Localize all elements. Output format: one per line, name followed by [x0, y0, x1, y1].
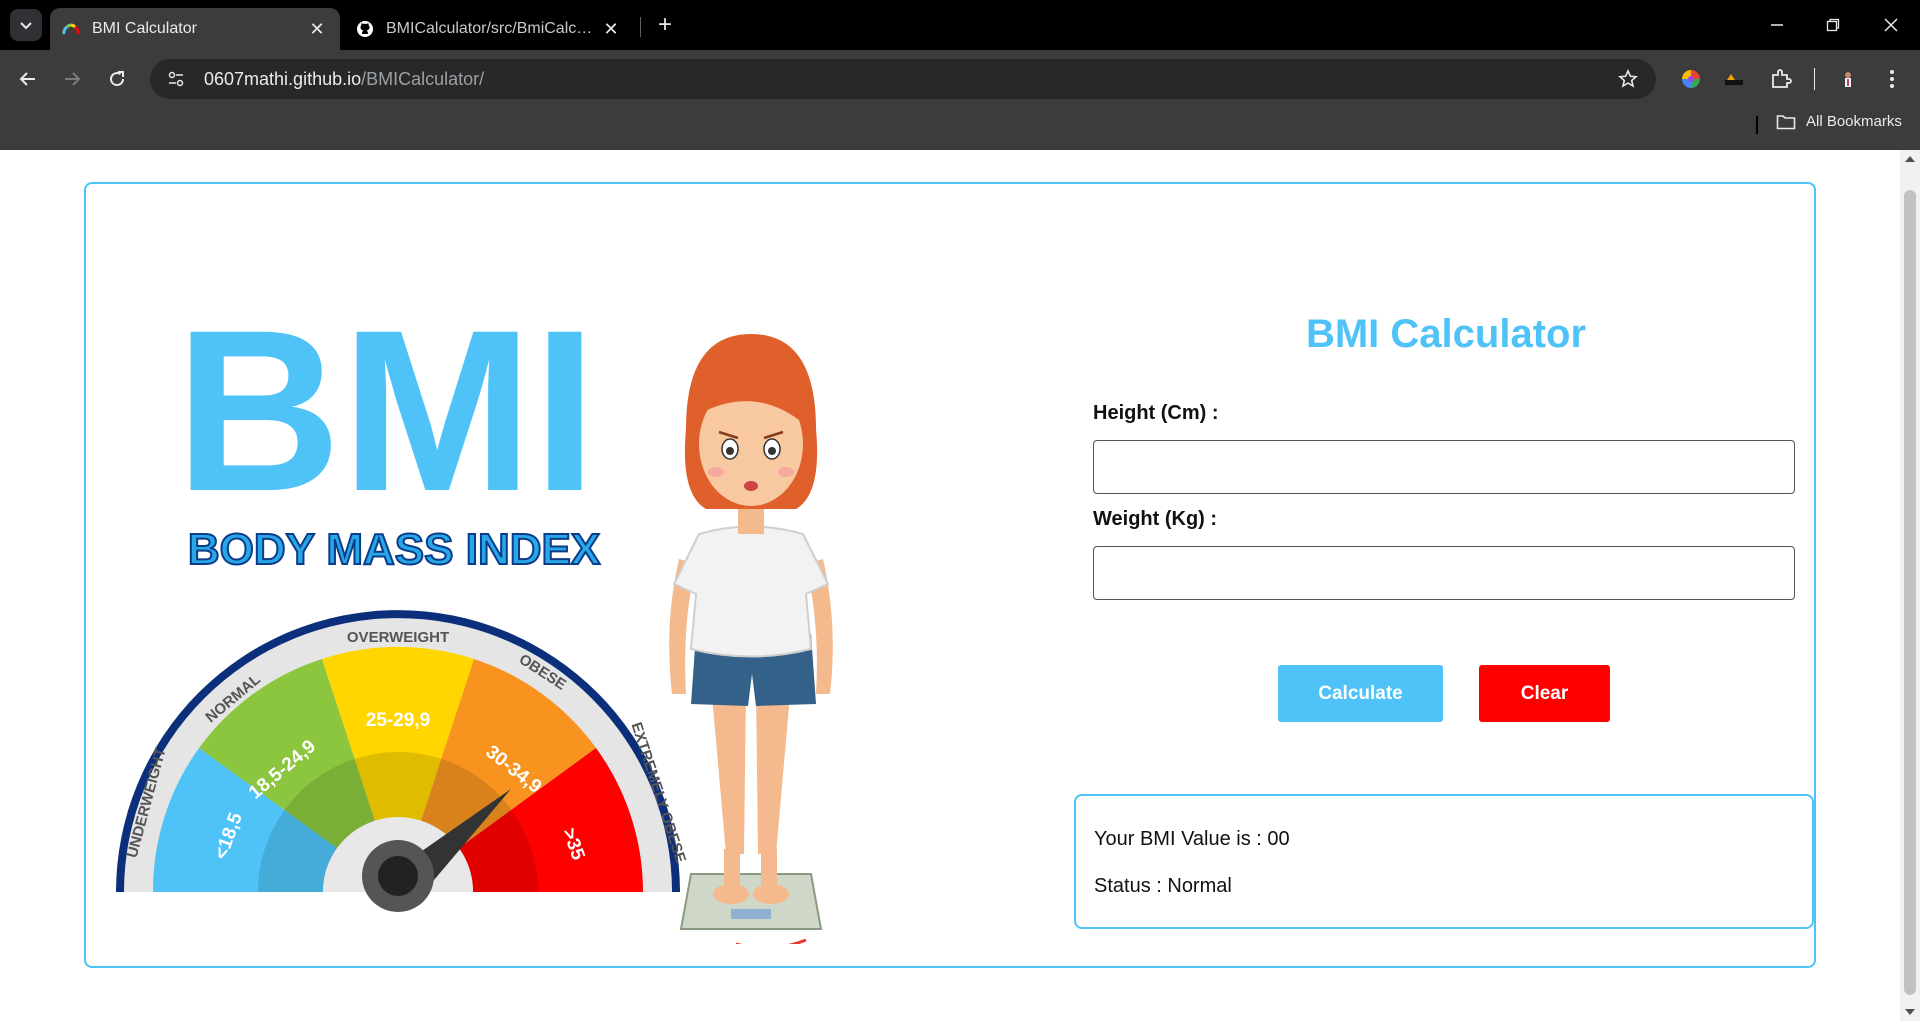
weight-input[interactable]	[1093, 546, 1795, 600]
status-text: Status : Normal	[1094, 875, 1232, 897]
tab-search-button[interactable]	[10, 9, 42, 41]
result-panel: Your BMI Value is : 00 Status : Normal	[1074, 794, 1814, 929]
bookmarks-bar: All Bookmarks	[0, 108, 1920, 150]
minimize-button[interactable]	[1762, 10, 1792, 40]
tab-title: BMICalculator/src/BmiCalculator	[386, 20, 600, 37]
app-title: BMI Calculator	[1305, 312, 1587, 356]
tab-github-source[interactable]: BMICalculator/src/BmiCalculator ✕	[344, 8, 634, 50]
close-icon[interactable]: ✕	[600, 18, 622, 40]
calculate-button[interactable]: Calculate	[1278, 665, 1443, 722]
restore-button[interactable]	[1818, 10, 1848, 40]
label-overweight: OVERWEIGHT	[347, 629, 449, 646]
forward-button[interactable]	[57, 64, 87, 94]
github-icon	[357, 21, 373, 37]
clear-button[interactable]: Clear	[1479, 665, 1610, 722]
tab-title: BMI Calculator	[92, 20, 197, 37]
url-text: 0607mathi.github.io/BMICalculator/	[204, 69, 484, 90]
restore-icon	[1826, 18, 1840, 32]
chevron-down-icon	[20, 22, 32, 30]
tab-bmi-calculator[interactable]: BMI Calculator ✕	[50, 8, 340, 50]
browser-menu-button[interactable]	[1877, 64, 1907, 94]
bmi-gauge: <18,5 18,5-24,9 25-29,9 30-34,9 >35 UNDE…	[116, 610, 689, 912]
page-scrollbar[interactable]	[1900, 150, 1920, 1021]
close-window-button[interactable]	[1876, 10, 1906, 40]
tab-bar: BMI Calculator ✕ BMICalculator/src/BmiCa…	[0, 0, 1920, 50]
weight-label: Weight (Kg) :	[1093, 508, 1218, 530]
bmi-logo-text: BMI	[175, 282, 597, 539]
url-path: /BMICalculator/	[361, 68, 485, 89]
page-content: BMI BODY MASS INDEX <18,5 18,5-24,9 25-2…	[0, 150, 1900, 1021]
height-input[interactable]	[1093, 440, 1795, 494]
color-wheel-icon	[1682, 70, 1700, 88]
more-vertical-icon	[1890, 70, 1894, 88]
girl-on-scale-image	[669, 334, 833, 944]
toolbar-separator	[1814, 68, 1815, 90]
close-icon[interactable]: ✕	[306, 18, 328, 40]
range-overweight: 25-29,9	[366, 710, 430, 731]
ink-extension-button[interactable]	[1720, 64, 1750, 94]
folder-icon	[1776, 114, 1796, 129]
scroll-thumb[interactable]	[1904, 190, 1916, 995]
url-host: 0607mathi.github.io	[204, 68, 362, 89]
pen-icon	[1725, 74, 1743, 85]
scroll-up-arrow[interactable]	[1905, 156, 1915, 162]
rainbow-gauge-icon	[62, 23, 80, 35]
close-icon	[1884, 18, 1898, 32]
arrow-left-icon	[19, 72, 35, 86]
tune-icon	[168, 71, 184, 87]
all-bookmarks-button[interactable]: All Bookmarks	[1776, 113, 1902, 130]
arrow-right-icon	[65, 72, 81, 86]
site-info-button[interactable]	[162, 65, 190, 93]
bookmark-star-button[interactable]	[1614, 65, 1642, 93]
all-bookmarks-label: All Bookmarks	[1806, 113, 1902, 130]
puzzle-icon	[1772, 69, 1792, 88]
profile-avatar[interactable]	[1833, 64, 1863, 94]
address-bar[interactable]: 0607mathi.github.io/BMICalculator/	[150, 59, 1656, 99]
tab-separator	[640, 17, 641, 37]
minimize-icon	[1771, 24, 1783, 26]
back-button[interactable]	[13, 64, 43, 94]
extensions-button[interactable]	[1766, 64, 1796, 94]
reload-button[interactable]	[102, 64, 132, 94]
star-icon	[1618, 69, 1638, 88]
bmi-illustration: BMI BODY MASS INDEX <18,5 18,5-24,9 25-2…	[116, 282, 833, 944]
scroll-down-arrow[interactable]	[1905, 1009, 1915, 1015]
body-mass-index-text: BODY MASS INDEX	[188, 525, 600, 574]
height-label: Height (Cm) :	[1093, 402, 1219, 424]
color-extension-button[interactable]	[1676, 64, 1706, 94]
reload-icon	[110, 71, 125, 87]
avatar-icon	[1838, 69, 1858, 89]
browser-toolbar: 0607mathi.github.io/BMICalculator/	[0, 50, 1920, 108]
bmi-card: BMI BODY MASS INDEX <18,5 18,5-24,9 25-2…	[84, 182, 1816, 968]
bmi-value-text: Your BMI Value is : 00	[1094, 828, 1290, 850]
new-tab-button[interactable]: +	[652, 11, 678, 38]
bookmarks-separator	[1756, 116, 1758, 134]
